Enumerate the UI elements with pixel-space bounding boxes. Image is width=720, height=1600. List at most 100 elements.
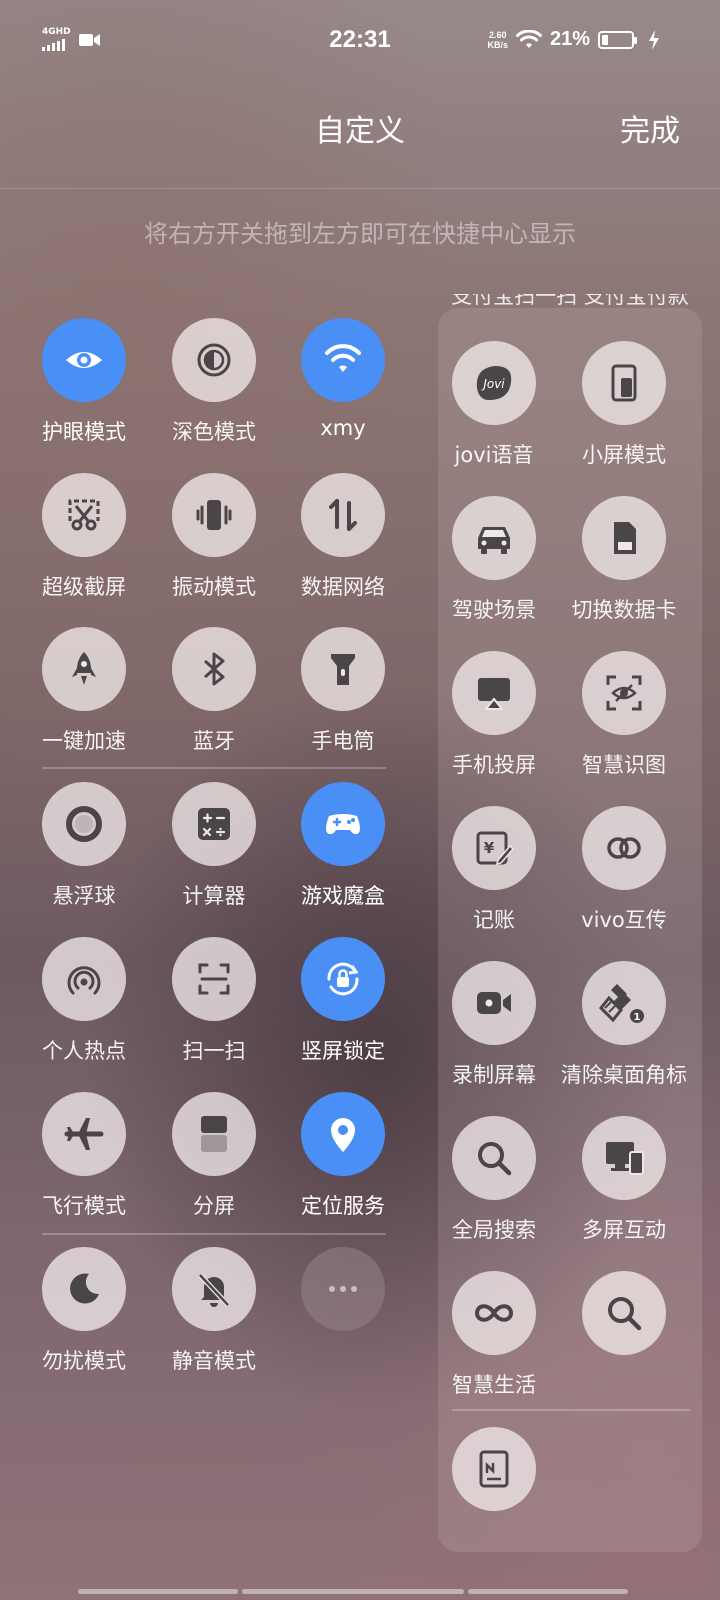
available-toggle-tile[interactable]: 多屏互动	[559, 1116, 689, 1266]
toggle-tile[interactable]: xmy	[278, 318, 408, 468]
wifi-toggle-button[interactable]	[301, 318, 385, 402]
toggle-label: 驾驶场景	[452, 598, 536, 622]
toggle-tile[interactable]: 定位服务	[278, 1092, 408, 1242]
bookkeeping-toggle-button[interactable]: ¥	[452, 806, 536, 890]
screenshot-toggle-button[interactable]	[42, 473, 126, 557]
toggle-tile[interactable]	[278, 1247, 408, 1397]
smart-life-toggle-button[interactable]	[452, 1271, 536, 1355]
available-toggle-tile[interactable]: 智慧识图	[559, 651, 689, 801]
split-screen-toggle-button[interactable]	[172, 1092, 256, 1176]
toggle-label: 护眼模式	[42, 420, 126, 444]
toggle-label: xmy	[320, 416, 366, 440]
available-toggle-tile[interactable]	[559, 1271, 689, 1421]
battery-percent: 21%	[549, 28, 590, 50]
screen-record-toggle-button[interactable]	[452, 961, 536, 1045]
available-toggle-tile[interactable]: 小屏模式	[559, 341, 689, 491]
divider	[452, 1409, 690, 1411]
mobile-data-toggle-button[interactable]	[301, 473, 385, 557]
charging-icon	[649, 30, 659, 50]
dark-mode-toggle-button[interactable]	[172, 318, 256, 402]
vivo-share-toggle-button[interactable]	[582, 806, 666, 890]
toggle-tile[interactable]: 振动模式	[149, 473, 279, 623]
toggle-label: 一键加速	[42, 729, 126, 753]
bluetooth-icon	[192, 647, 236, 691]
toggle-label: 手机投屏	[452, 753, 536, 777]
home-indicator[interactable]	[242, 1589, 464, 1594]
available-toggle-tile[interactable]	[429, 1427, 559, 1577]
toggle-label: 个人热点	[42, 1039, 126, 1063]
available-toggle-tile[interactable]: 手机投屏	[429, 651, 559, 801]
screen-record-icon	[472, 981, 516, 1025]
sim-card-toggle-button[interactable]	[582, 496, 666, 580]
flashlight-toggle-button[interactable]	[301, 627, 385, 711]
toggle-tile[interactable]: 超级截屏	[19, 473, 149, 623]
document-toggle-button[interactable]	[452, 1427, 536, 1511]
toggle-tile[interactable]: 勿扰模式	[19, 1247, 149, 1397]
home-indicator[interactable]	[78, 1589, 238, 1594]
rocket-toggle-button[interactable]	[42, 627, 126, 711]
small-screen-toggle-button[interactable]	[582, 341, 666, 425]
search-toggle-button[interactable]	[582, 1271, 666, 1355]
bluetooth-toggle-button[interactable]	[172, 627, 256, 711]
available-toggle-tile[interactable]: ¥ 记账	[429, 806, 559, 956]
eye-icon	[62, 338, 106, 382]
available-toggle-tile[interactable]: Jovi jovi语音	[429, 341, 559, 491]
car-toggle-button[interactable]	[452, 496, 536, 580]
available-toggle-tile[interactable]: 驾驶场景	[429, 496, 559, 646]
calculator-toggle-button[interactable]	[172, 782, 256, 866]
toggle-tile[interactable]: 竖屏锁定	[278, 937, 408, 1087]
eye-toggle-button[interactable]	[42, 318, 126, 402]
hint-text: 将右方开关拖到左方即可在快捷中心显示	[144, 220, 576, 248]
moon-toggle-button[interactable]	[42, 1247, 126, 1331]
rotation-lock-toggle-button[interactable]	[301, 937, 385, 1021]
toggle-tile[interactable]: 游戏魔盒	[278, 782, 408, 932]
location-toggle-button[interactable]	[301, 1092, 385, 1176]
search-toggle-button[interactable]	[452, 1116, 536, 1200]
scan-toggle-button[interactable]	[172, 937, 256, 1021]
toggle-tile[interactable]: 深色模式	[149, 318, 279, 468]
vibrate-toggle-button[interactable]	[172, 473, 256, 557]
toggle-tile[interactable]: 分屏	[149, 1092, 279, 1242]
available-toggle-tile[interactable]: 1 清除桌面角标	[559, 961, 689, 1111]
panel-clipped-text: 支付宝扫一扫 支付宝付款	[451, 294, 689, 308]
airplane-toggle-button[interactable]	[42, 1092, 126, 1176]
toggle-label: 分屏	[193, 1194, 235, 1218]
toggle-tile[interactable]: 护眼模式	[19, 318, 149, 468]
jovi-toggle-button[interactable]: Jovi	[452, 341, 536, 425]
available-toggle-tile[interactable]: 全局搜索	[429, 1116, 559, 1266]
more-toggle-button[interactable]	[301, 1247, 385, 1331]
mute-bell-toggle-button[interactable]	[172, 1247, 256, 1331]
toggle-tile[interactable]: 蓝牙	[149, 627, 279, 777]
toggle-label: 多屏互动	[582, 1218, 666, 1242]
toggle-tile[interactable]: 扫一扫	[149, 937, 279, 1087]
available-toggle-tile[interactable]: vivo互传	[559, 806, 689, 956]
available-toggle-tile[interactable]: 智慧生活	[429, 1271, 559, 1421]
available-toggle-tile[interactable]: 切换数据卡	[559, 496, 689, 646]
screen-cast-icon	[472, 671, 516, 715]
floating-ball-toggle-button[interactable]	[42, 782, 126, 866]
speed-value: 2.60	[488, 29, 507, 40]
home-indicator[interactable]	[468, 1589, 628, 1594]
toggle-tile[interactable]: 数据网络	[278, 473, 408, 623]
flashlight-icon	[321, 647, 365, 691]
screen-cast-toggle-button[interactable]	[452, 651, 536, 735]
gamepad-toggle-button[interactable]	[301, 782, 385, 866]
hotspot-toggle-button[interactable]	[42, 937, 126, 1021]
clear-badge-toggle-button[interactable]: 1	[582, 961, 666, 1045]
toggle-label: vivo互传	[581, 908, 667, 932]
toggle-tile[interactable]: 个人热点	[19, 937, 149, 1087]
dark-mode-icon	[192, 338, 236, 382]
floating-ball-icon	[62, 802, 106, 846]
gamepad-icon	[321, 802, 365, 846]
toggle-tile[interactable]: 悬浮球	[19, 782, 149, 932]
image-recognition-toggle-button[interactable]	[582, 651, 666, 735]
toggle-tile[interactable]: 静音模式	[149, 1247, 279, 1397]
toggle-tile[interactable]: 手电筒	[278, 627, 408, 777]
multi-screen-toggle-button[interactable]	[582, 1116, 666, 1200]
available-toggle-tile[interactable]: 录制屏幕	[429, 961, 559, 1111]
toggle-tile[interactable]: 计算器	[149, 782, 279, 932]
toggle-tile[interactable]: 飞行模式	[19, 1092, 149, 1242]
toggle-tile[interactable]: 一键加速	[19, 627, 149, 777]
sim-card-icon	[602, 516, 646, 560]
done-button[interactable]: 完成	[620, 106, 680, 150]
